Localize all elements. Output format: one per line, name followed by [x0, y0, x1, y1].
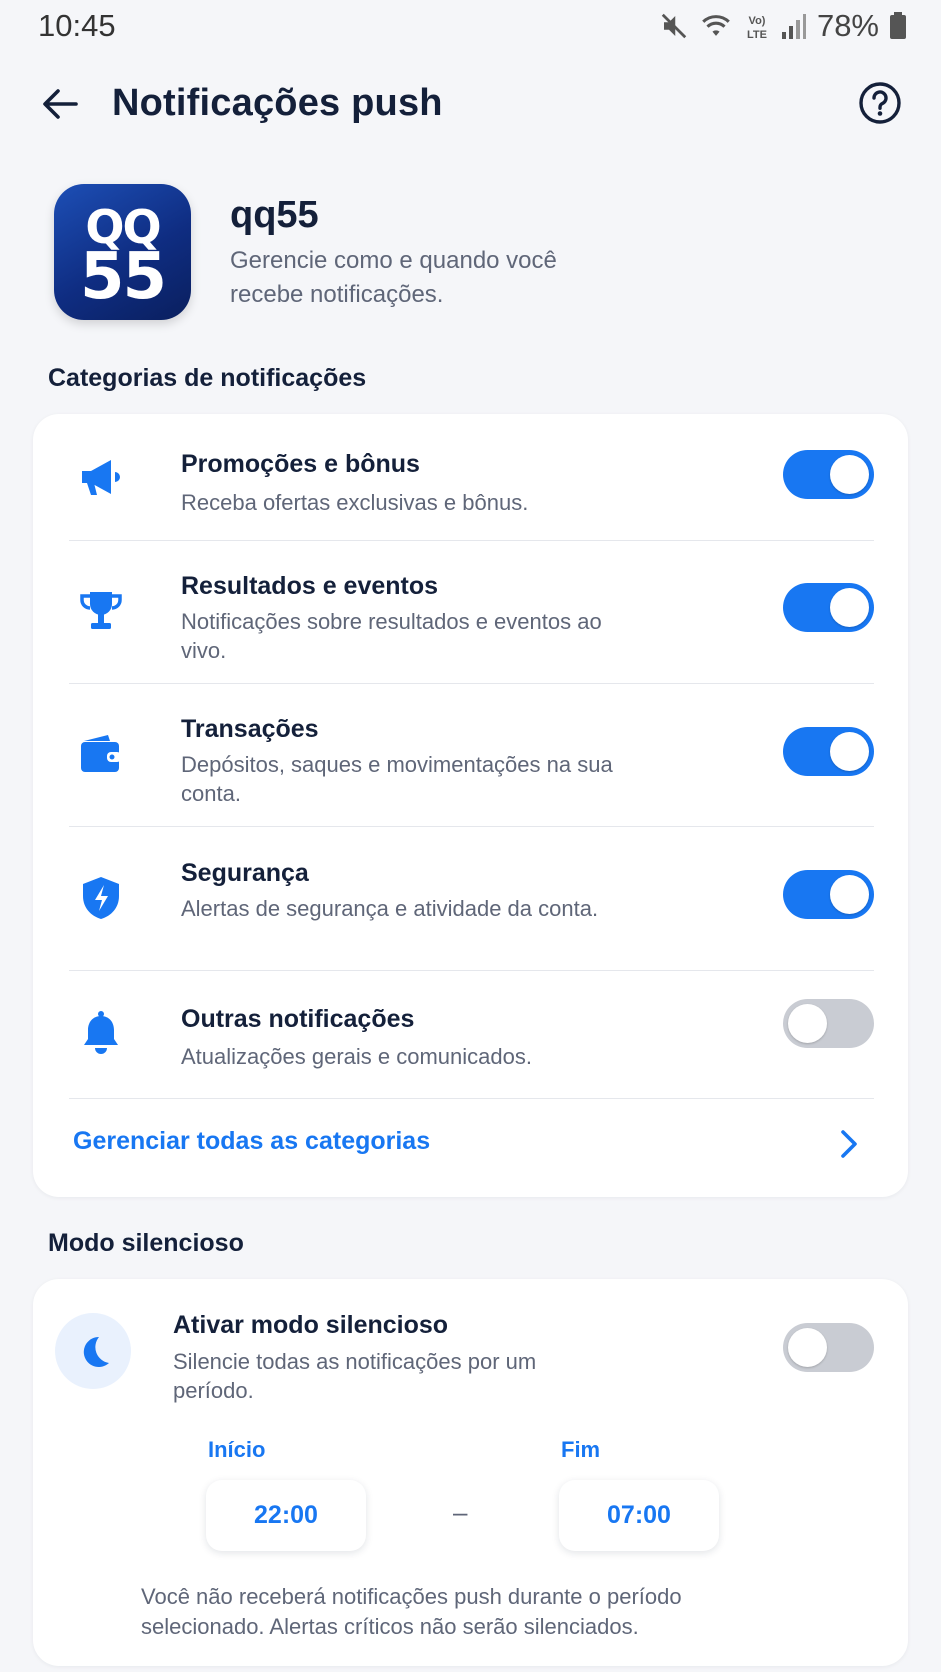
end-label: Fim — [561, 1437, 601, 1462]
divider — [69, 1098, 874, 1099]
svg-text:LTE: LTE — [747, 29, 767, 41]
category-subtitle: Receba ofertas exclusivas e bônus. — [181, 490, 529, 515]
silent-mode-note: Você não receberá notificações push dura… — [141, 1584, 682, 1639]
toggle-seguranca[interactable] — [783, 870, 874, 919]
silent-section-title: Modo silencioso — [48, 1229, 244, 1257]
toggle-outras[interactable] — [783, 999, 874, 1048]
app-name: qq55 — [230, 194, 319, 236]
toggle-promocoes[interactable] — [783, 450, 874, 499]
help-button[interactable] — [857, 80, 903, 126]
category-title: Resultados e eventos — [181, 572, 439, 600]
wallet-icon — [73, 727, 129, 783]
category-subtitle: Atualizações gerais e comunicados. — [181, 1044, 532, 1069]
category-row-outras[interactable]: Outras notificações Atualizações gerais … — [33, 971, 908, 1098]
toggle-resultados[interactable] — [783, 583, 874, 632]
categories-card: Promoções e bônus Receba ofertas exclusi… — [33, 414, 908, 1197]
chevron-right-icon[interactable] — [832, 1126, 864, 1162]
status-time: 10:45 — [38, 8, 116, 43]
categories-section-title: Categorias de notificações — [48, 364, 367, 392]
start-label: Início — [208, 1437, 266, 1462]
status-icons: Vo) LTE 78% — [659, 8, 907, 44]
wifi-icon — [699, 11, 733, 41]
category-row-transacoes[interactable]: Transações Depósitos, saques e movimenta… — [33, 684, 908, 826]
silent-mode-card: Ativar modo silencioso Silencie todas as… — [33, 1279, 908, 1666]
category-title: Transações — [181, 715, 319, 743]
shield-icon — [73, 870, 129, 926]
moon-icon — [55, 1313, 131, 1389]
toggle-transacoes[interactable] — [783, 727, 874, 776]
category-row-resultados[interactable]: Resultados e eventos Notificações sobre … — [33, 541, 908, 683]
category-subtitle: Notificações sobre resultados e eventos … — [181, 609, 602, 663]
time-separator: – — [453, 1497, 468, 1527]
trophy-icon — [73, 583, 129, 639]
silent-mode-subtitle: Silencie todas as notificações por um pe… — [173, 1349, 537, 1403]
app-logo: QQ 55 — [54, 184, 191, 320]
battery-icon — [889, 12, 907, 40]
toggle-silent-mode[interactable] — [783, 1323, 874, 1372]
category-title: Outras notificações — [181, 1005, 415, 1033]
silent-mode-title: Ativar modo silencioso — [173, 1311, 449, 1339]
mute-icon — [659, 11, 689, 41]
manage-categories-link[interactable]: Gerenciar todas as categorias — [73, 1127, 430, 1156]
svg-text:Vo): Vo) — [749, 15, 766, 27]
megaphone-icon — [73, 449, 129, 505]
signal-icon — [781, 12, 807, 40]
arrow-left-icon — [43, 89, 78, 119]
help-circle-icon — [859, 82, 901, 124]
category-row-promocoes[interactable]: Promoções e bônus Receba ofertas exclusi… — [33, 414, 908, 540]
app-bar: Notificações push — [0, 70, 941, 136]
category-title: Segurança — [181, 859, 309, 887]
start-time-button[interactable]: 22:00 — [206, 1480, 366, 1551]
category-subtitle: Alertas de segurança e atividade da cont… — [181, 896, 599, 921]
category-subtitle: Depósitos, saques e movimentações na sua… — [181, 752, 613, 806]
category-title: Promoções e bônus — [181, 450, 420, 478]
bell-icon — [73, 1005, 129, 1061]
battery-percent: 78% — [816, 8, 879, 43]
page-title: Notificações push — [112, 82, 443, 124]
logo-line-2: 55 — [79, 240, 167, 314]
status-bar: 10:45 Vo) LTE 78% — [0, 0, 941, 50]
app-description: Gerencie como e quando você recebe notif… — [230, 247, 557, 308]
volte-icon: Vo) LTE — [743, 11, 771, 41]
back-button[interactable] — [36, 80, 84, 128]
category-row-seguranca[interactable]: Segurança Alertas de segurança e ativida… — [33, 827, 908, 970]
app-info: QQ 55 qq55 Gerencie como e quando você r… — [54, 184, 894, 320]
end-time-button[interactable]: 07:00 — [559, 1480, 719, 1551]
